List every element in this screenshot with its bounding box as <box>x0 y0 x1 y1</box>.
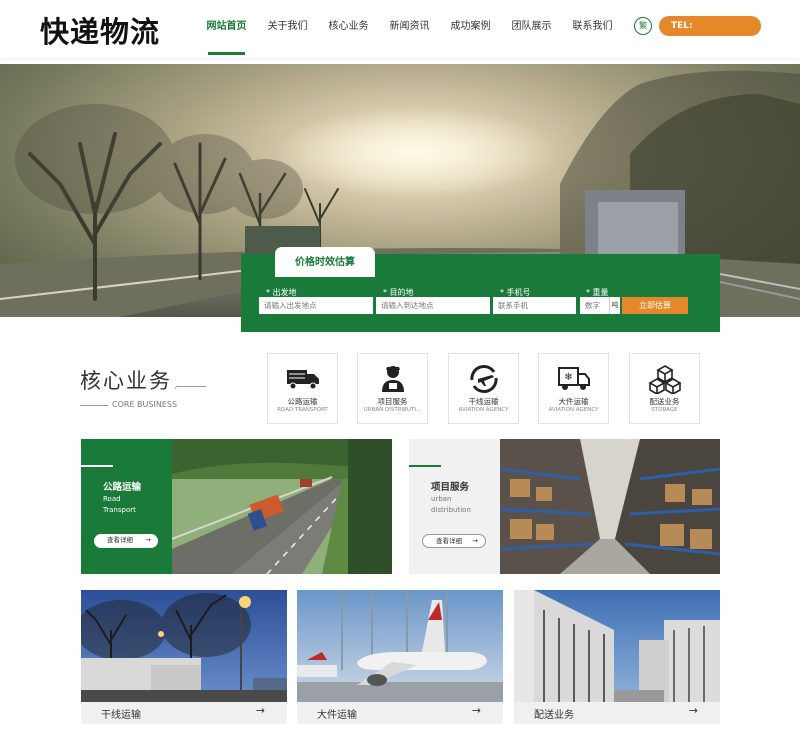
plane-cycle-icon <box>470 365 498 393</box>
service-card-road[interactable]: 公路运输 ROAD TRANSPORT <box>267 353 338 424</box>
warehouse-image <box>500 439 720 574</box>
feature-accent-bar <box>81 465 113 467</box>
feature-title: 公路运输 <box>103 482 142 493</box>
card-title: 干线运输 <box>101 710 141 721</box>
feature-panel-grey: 项目服务 urban distribution 查看详细 → <box>409 439 500 574</box>
feature-en-line1: Road <box>103 495 121 503</box>
courier-person-icon <box>382 366 404 392</box>
service-en: URBAN DISTRIBUTI... <box>363 407 422 413</box>
feature-en-line2: distribution <box>431 506 471 514</box>
boxes-icon <box>648 365 682 394</box>
highway-truck-image <box>172 439 392 574</box>
site-header: 快递物流 网站首页 关于我们 核心业务 新闻资讯 成功案例 团队展示 联系我们 … <box>0 0 800 58</box>
main-nav: 网站首页 关于我们 核心业务 新闻资讯 成功案例 团队展示 联系我们 <box>196 0 623 58</box>
service-card-trunk[interactable]: 干线运输 AVIATION AGENCY <box>448 353 519 424</box>
nav-item-cases[interactable]: 成功案例 <box>440 0 501 58</box>
service-name: 配送业务 <box>649 397 680 406</box>
card-caption-bar: 大件运输 → <box>297 702 503 724</box>
refrigerated-truck-icon: ❄ <box>558 367 590 390</box>
view-details-button[interactable]: 查看详细 → <box>422 534 486 548</box>
feature-road-transport[interactable]: 公路运输 Road Transport 查看详细 → <box>81 439 392 574</box>
traditional-chinese-toggle[interactable]: 繁 <box>634 17 652 35</box>
arrow-right-icon: → <box>472 537 478 545</box>
card-delivery-business[interactable]: 配送业务 → <box>514 590 720 724</box>
service-name: 大件运输 <box>558 397 589 406</box>
destination-input[interactable] <box>376 297 490 314</box>
feature-project-service[interactable]: 项目服务 urban distribution 查看详细 → <box>409 439 720 574</box>
service-card-oversized[interactable]: ❄ 大件运输 AVIATION AGENCY <box>538 353 609 424</box>
card-caption-bar: 干线运输 → <box>81 702 287 724</box>
nav-item-news[interactable]: 新闻资讯 <box>379 0 440 58</box>
service-en: STORAGE <box>651 407 678 413</box>
truck-icon <box>287 370 319 390</box>
night-truck-image <box>81 590 287 702</box>
feature-en-line2: Transport <box>103 506 136 514</box>
tel-badge[interactable]: TEL: <box>659 16 761 36</box>
title-divider <box>176 386 206 387</box>
origin-input[interactable] <box>259 297 373 314</box>
feature-en: Road Transport <box>103 494 136 516</box>
core-business-title: 核心业务 <box>80 369 172 393</box>
card-title: 大件运输 <box>317 710 357 721</box>
service-name: 干线运输 <box>468 397 499 406</box>
phone-input[interactable] <box>493 297 576 314</box>
view-details-button[interactable]: 查看详细 → <box>94 534 158 548</box>
site-logo[interactable]: 快递物流 <box>40 9 160 51</box>
arrow-right-icon[interactable]: → <box>689 704 698 717</box>
button-label: 查看详细 <box>436 537 462 545</box>
service-name: 项目服务 <box>377 397 408 406</box>
weight-input[interactable] <box>580 297 609 314</box>
feature-en: urban distribution <box>431 494 471 516</box>
arrow-right-icon[interactable]: → <box>256 704 265 717</box>
service-en: AVIATION AGENCY <box>548 407 599 413</box>
card-trunk-transport[interactable]: 干线运输 → <box>81 590 287 724</box>
nav-item-home[interactable]: 网站首页 <box>196 0 257 58</box>
card-oversized-transport[interactable]: 大件运输 → <box>297 590 503 724</box>
arrow-right-icon: → <box>145 536 151 544</box>
estimate-submit-button[interactable]: 立即估算 <box>622 297 688 314</box>
industrial-units-image <box>514 590 720 702</box>
service-card-delivery[interactable]: 配送业务 STORAGE <box>629 353 700 424</box>
service-name: 公路运输 <box>287 397 318 406</box>
card-title: 配送业务 <box>534 710 574 721</box>
feature-accent-bar <box>409 465 441 467</box>
feature-panel-green: 公路运输 Road Transport 查看详细 → <box>81 439 172 574</box>
weight-unit: 吨 <box>609 297 620 314</box>
feature-en-line1: urban <box>431 495 452 503</box>
subtitle-divider <box>80 405 108 406</box>
nav-item-about[interactable]: 关于我们 <box>257 0 318 58</box>
price-estimate-tab[interactable]: 价格时效估算 <box>275 247 375 277</box>
card-caption-bar: 配送业务 → <box>514 702 720 724</box>
service-en: ROAD TRANSPORT <box>277 407 328 413</box>
airplane-image <box>297 590 503 702</box>
arrow-right-icon[interactable]: → <box>472 704 481 717</box>
feature-title: 项目服务 <box>431 482 470 493</box>
core-business-subtitle: CORE BUSINESS <box>112 400 178 409</box>
nav-item-core-business[interactable]: 核心业务 <box>318 0 379 58</box>
service-card-project[interactable]: 项目服务 URBAN DISTRIBUTI... <box>357 353 428 424</box>
svg-text:❄: ❄ <box>564 372 572 383</box>
button-label: 查看详细 <box>107 536 133 544</box>
nav-item-contact[interactable]: 联系我们 <box>562 0 623 58</box>
service-en: AVIATION AGENCY <box>458 407 509 413</box>
left-arrow-icon: ‹ <box>174 383 178 392</box>
nav-item-team[interactable]: 团队展示 <box>501 0 562 58</box>
